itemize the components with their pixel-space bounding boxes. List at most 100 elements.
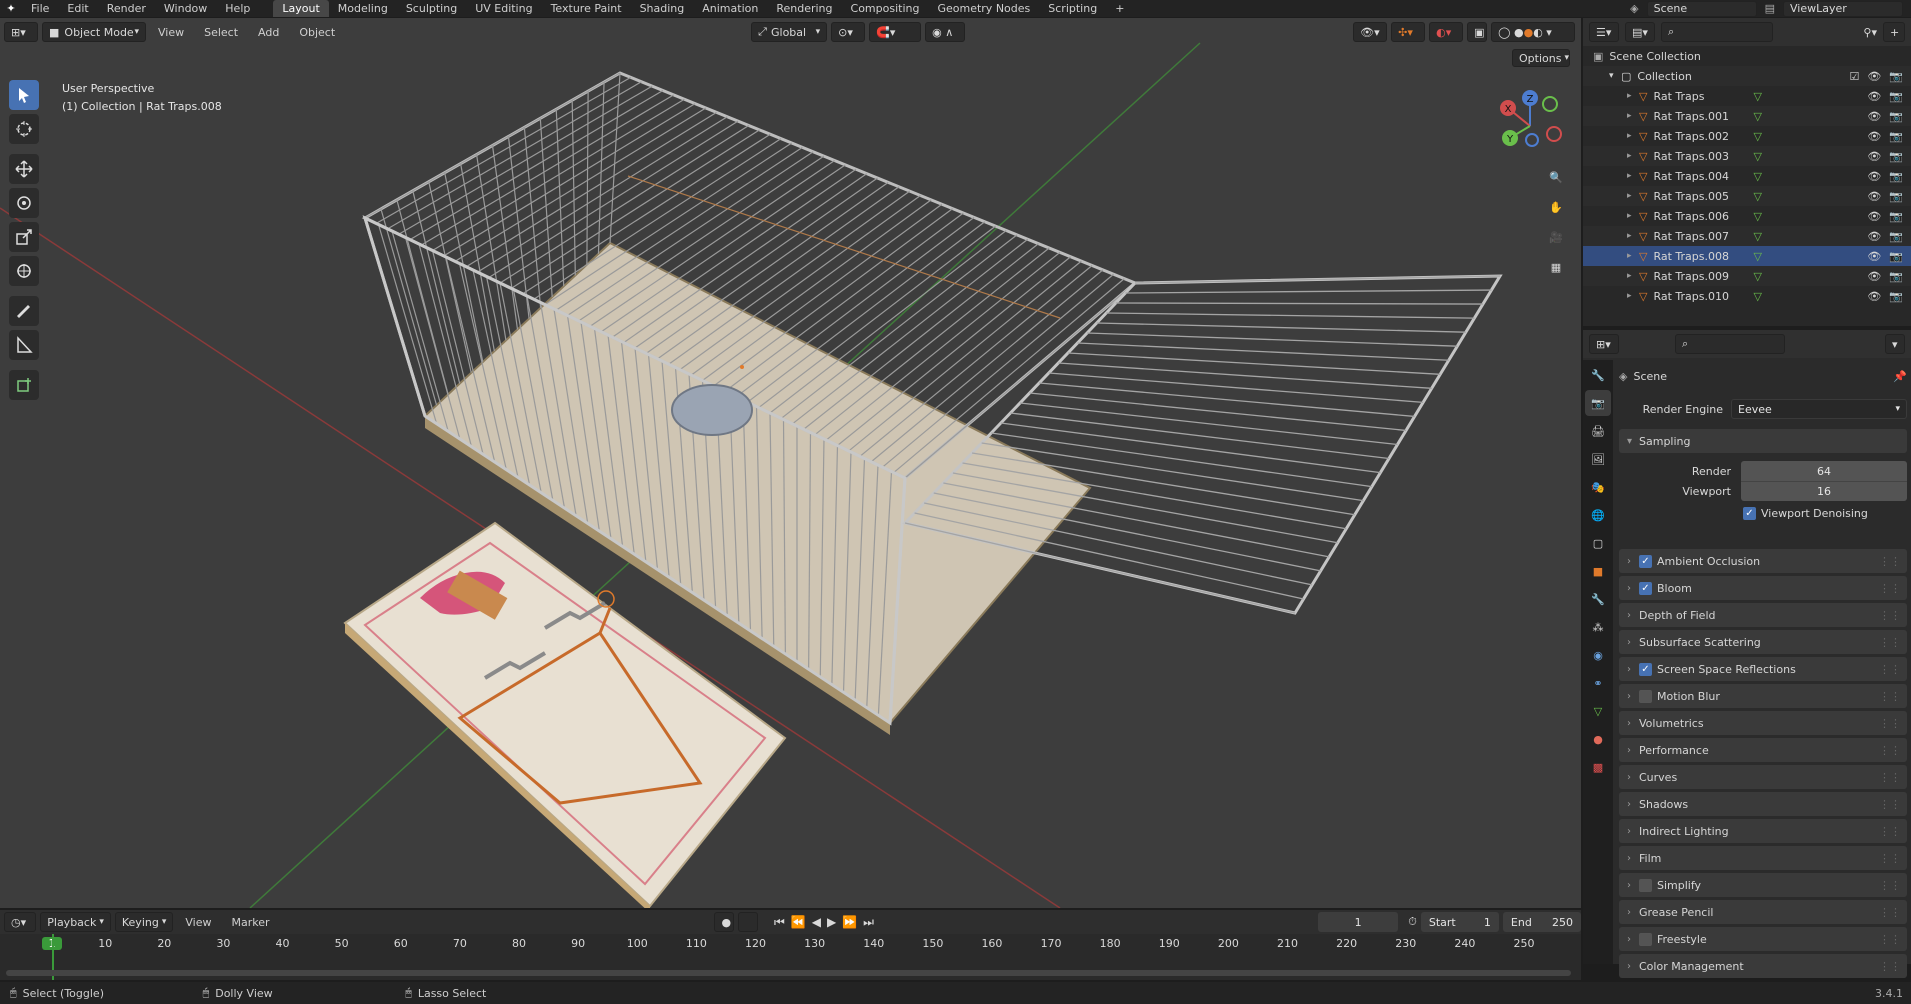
drag-handle-icon[interactable]: ⋮⋮: [1879, 582, 1907, 595]
camera-render-icon[interactable]: 📷: [1889, 70, 1903, 83]
overlay-toggle[interactable]: ◐▾: [1429, 22, 1464, 42]
render-engine-dropdown[interactable]: Eevee ▾: [1731, 399, 1907, 419]
panel-enable-checkbox[interactable]: [1639, 878, 1652, 892]
mesh-data-icon[interactable]: ▽: [1753, 290, 1761, 303]
visibility-selector[interactable]: 👁▾: [1353, 22, 1388, 42]
viewport-menu-select[interactable]: Select: [196, 26, 246, 39]
eye-icon[interactable]: 👁: [1867, 250, 1881, 263]
outliner-search[interactable]: ⌕: [1661, 22, 1773, 42]
camera-render-icon[interactable]: 📷: [1889, 210, 1903, 223]
proportional-editing-toggle[interactable]: ◉ ∧: [925, 22, 966, 42]
denoising-checkbox[interactable]: ✓: [1743, 507, 1756, 520]
tab-sculpting[interactable]: Sculpting: [397, 0, 466, 17]
panel-enable-checkbox[interactable]: [1639, 932, 1652, 946]
drag-handle-icon[interactable]: ⋮⋮: [1879, 825, 1907, 838]
outliner-item[interactable]: ▸ ▽ Rat Traps.001 ▽ 👁 📷: [1583, 106, 1911, 126]
menu-render[interactable]: Render: [98, 0, 155, 17]
play-icon[interactable]: ▶: [827, 915, 836, 930]
panel-header[interactable]: › Depth of Field ⋮⋮: [1619, 603, 1907, 627]
playback-menu[interactable]: Playback ▾: [40, 912, 111, 932]
expand-arrow-icon[interactable]: ▸: [1627, 191, 1639, 201]
mesh-data-icon[interactable]: ▽: [1753, 270, 1761, 283]
3d-viewport[interactable]: ⊞▾ ■ Object Mode ▾ View Select Add Objec…: [0, 18, 1581, 908]
camera-render-icon[interactable]: 📷: [1889, 110, 1903, 123]
eye-icon[interactable]: 👁: [1867, 290, 1881, 303]
tab-texture-paint[interactable]: Texture Paint: [542, 0, 631, 17]
outliner-item[interactable]: ▸ ▽ Rat Traps.002 ▽ 👁 📷: [1583, 126, 1911, 146]
mesh-data-icon[interactable]: ▽: [1753, 170, 1761, 183]
mesh-data-icon[interactable]: ▽: [1753, 150, 1761, 163]
snap-toggle[interactable]: 🧲▾: [869, 22, 922, 42]
xray-toggle[interactable]: ▣: [1467, 22, 1488, 42]
camera-render-icon[interactable]: 📷: [1889, 230, 1903, 243]
panel-header[interactable]: › Grease Pencil ⋮⋮: [1619, 900, 1907, 924]
panel-enable-checkbox[interactable]: ✓: [1639, 662, 1652, 676]
view-layer-icon[interactable]: ▤: [1765, 2, 1775, 15]
display-mode-selector[interactable]: ▤▾: [1625, 22, 1655, 42]
camera-render-icon[interactable]: 📷: [1889, 170, 1903, 183]
camera-icon[interactable]: 🎥: [1544, 225, 1568, 249]
frame-ruler[interactable]: 1102030405060708090100110120130140150160…: [0, 934, 1581, 954]
jump-start-icon[interactable]: ⏮: [774, 915, 785, 930]
rotate-tool[interactable]: [9, 188, 39, 218]
drag-handle-icon[interactable]: ⋮⋮: [1879, 960, 1907, 973]
select-box-tool[interactable]: [9, 80, 39, 110]
transform-orientation-selector[interactable]: ⤢ Global ▾: [751, 22, 828, 42]
panel-header[interactable]: › Indirect Lighting ⋮⋮: [1619, 819, 1907, 843]
panel-header[interactable]: › ✓ Ambient Occlusion ⋮⋮: [1619, 549, 1907, 573]
timeline-view-menu[interactable]: View: [177, 916, 219, 929]
panel-header[interactable]: › Subsurface Scattering ⋮⋮: [1619, 630, 1907, 654]
record-button[interactable]: ●: [714, 912, 735, 932]
outliner-item[interactable]: ▸ ▽ Rat Traps.009 ▽ 👁 📷: [1583, 266, 1911, 286]
scene-icon[interactable]: ◈: [1630, 2, 1638, 15]
panel-header[interactable]: › ✓ Screen Space Reflections ⋮⋮: [1619, 657, 1907, 681]
mesh-data-icon[interactable]: ▽: [1753, 210, 1761, 223]
current-frame-field[interactable]: 1: [1317, 912, 1399, 932]
menu-help[interactable]: Help: [216, 0, 259, 17]
viewport-samples-field[interactable]: 16: [1741, 481, 1907, 501]
drag-handle-icon[interactable]: ⋮⋮: [1879, 771, 1907, 784]
outliner-item[interactable]: ▸ ▽ Rat Traps.007 ▽ 👁 📷: [1583, 226, 1911, 246]
navigation-gizmo[interactable]: Z X Y: [1490, 86, 1570, 166]
eye-icon[interactable]: 👁: [1867, 90, 1881, 103]
shading-modes[interactable]: ◯ ● ● ◐ ▾: [1491, 22, 1576, 42]
eye-icon[interactable]: 👁: [1867, 150, 1881, 163]
timeline-editor-type[interactable]: ◷▾: [4, 912, 37, 932]
panel-header[interactable]: › Simplify ⋮⋮: [1619, 873, 1907, 897]
mesh-data-icon[interactable]: ▽: [1753, 130, 1761, 143]
editor-type-button[interactable]: ⊞▾: [4, 22, 38, 42]
camera-render-icon[interactable]: 📷: [1889, 150, 1903, 163]
options-button[interactable]: Options ▾: [1512, 49, 1570, 67]
view-layer-selector[interactable]: ViewLayer: [1783, 0, 1903, 17]
sampling-panel-header[interactable]: ▾ Sampling: [1619, 429, 1907, 453]
camera-render-icon[interactable]: 📷: [1889, 270, 1903, 283]
mesh-data-icon[interactable]: ▽: [1753, 230, 1761, 243]
properties-editor-type[interactable]: ⊞▾: [1589, 334, 1619, 354]
expand-arrow-icon[interactable]: ▸: [1627, 131, 1639, 141]
grid-icon[interactable]: ▦: [1544, 255, 1568, 279]
drag-handle-icon[interactable]: ⋮⋮: [1879, 717, 1907, 730]
eye-icon[interactable]: 👁: [1867, 230, 1881, 243]
start-frame-field[interactable]: Start 1: [1420, 912, 1499, 932]
outliner-item[interactable]: ▸ ▽ Rat Traps.005 ▽ 👁 📷: [1583, 186, 1911, 206]
expand-arrow-icon[interactable]: ▸: [1627, 151, 1639, 161]
drag-handle-icon[interactable]: ⋮⋮: [1879, 663, 1907, 676]
gizmo-toggle[interactable]: ✣▾: [1391, 22, 1426, 42]
outliner-item[interactable]: ▸ ▽ Rat Traps ▽ 👁 📷: [1583, 86, 1911, 106]
viewport-menu-object[interactable]: Object: [291, 26, 343, 39]
expand-arrow-icon[interactable]: ▸: [1627, 111, 1639, 121]
drag-handle-icon[interactable]: ⋮⋮: [1879, 879, 1907, 892]
mesh-data-icon[interactable]: ▽: [1753, 190, 1761, 203]
pin-icon[interactable]: 📌: [1893, 370, 1907, 383]
panel-enable-checkbox[interactable]: ✓: [1639, 554, 1652, 568]
add-workspace-button[interactable]: +: [1106, 0, 1133, 17]
tab-uv-editing[interactable]: UV Editing: [466, 0, 541, 17]
viewport-denoising-row[interactable]: ✓ Viewport Denoising: [1743, 507, 1907, 520]
outliner-item[interactable]: ▸ ▽ Rat Traps.008 ▽ 👁 📷: [1583, 246, 1911, 266]
end-frame-field[interactable]: End 250: [1502, 912, 1581, 932]
render-tab-icon[interactable]: 📷: [1585, 390, 1611, 416]
annotate-tool[interactable]: [9, 296, 39, 326]
jump-end-icon[interactable]: ⏭: [863, 915, 874, 930]
drag-handle-icon[interactable]: ⋮⋮: [1879, 555, 1907, 568]
camera-render-icon[interactable]: 📷: [1889, 290, 1903, 303]
